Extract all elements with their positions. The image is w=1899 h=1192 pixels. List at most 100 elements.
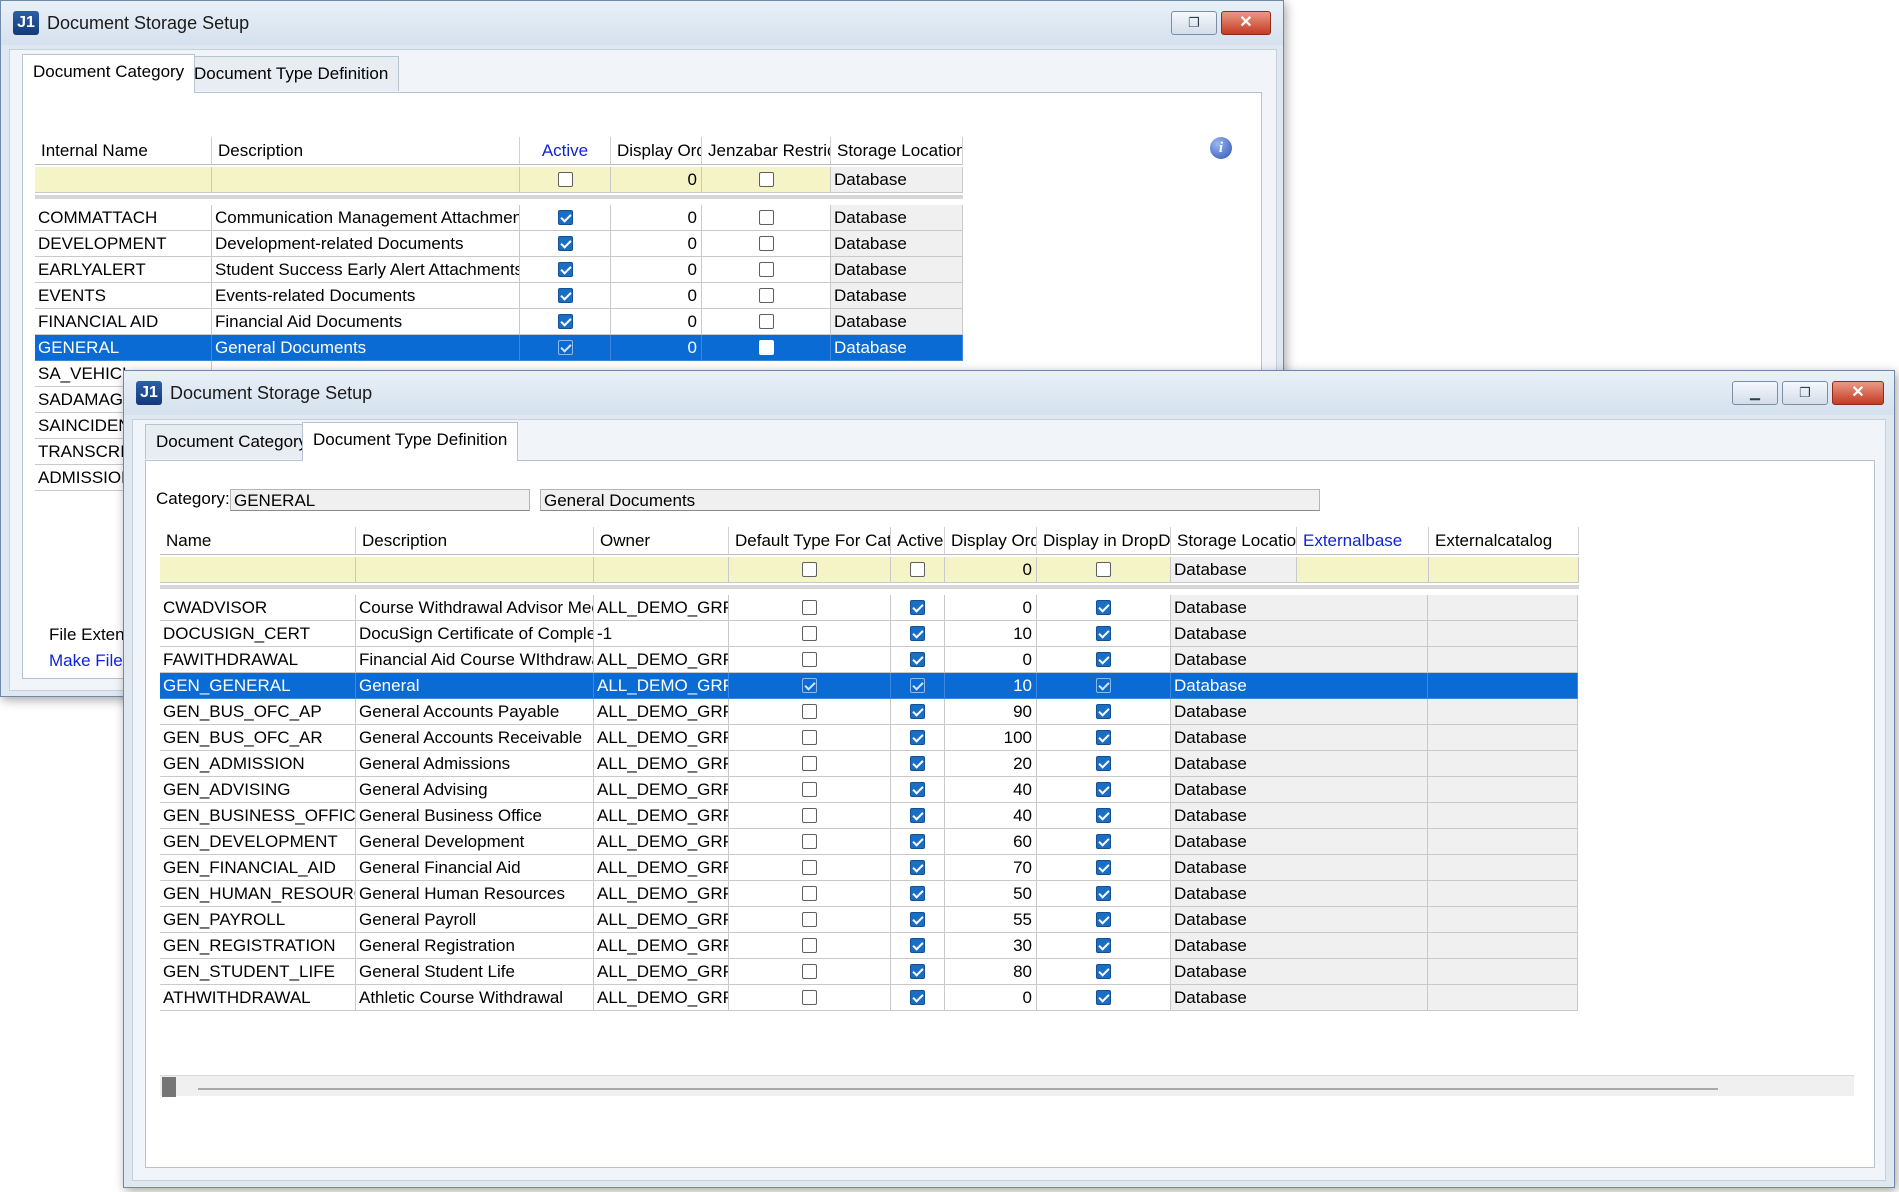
storage-location-cell[interactable]: Database — [1171, 725, 1297, 751]
owner-cell[interactable]: ALL_DEMO_GRP — [594, 803, 729, 829]
display-in-dropdown-cell[interactable] — [1037, 699, 1171, 725]
description-cell[interactable]: General Business Office — [356, 803, 594, 829]
new-row-active-cell[interactable] — [891, 557, 945, 583]
owner-cell[interactable]: ALL_DEMO_GRP — [594, 829, 729, 855]
horizontal-scrollbar[interactable] — [160, 1075, 1854, 1097]
externalcatalog-cell[interactable] — [1428, 647, 1578, 673]
table-row[interactable]: GEN_PAYROLL General Payroll ALL_DEMO_GRP 55… — [160, 907, 1579, 933]
description-cell[interactable]: Course Withdrawal Advisor Meeting — [356, 595, 594, 621]
owner-cell[interactable]: ALL_DEMO_GRP — [594, 673, 729, 699]
default-type-cell[interactable] — [729, 621, 891, 647]
description-cell[interactable]: Events-related Documents — [212, 283, 520, 309]
display-in-dropdown-checkbox[interactable] — [1096, 834, 1111, 849]
jenzabar-restricted-cell[interactable] — [702, 335, 831, 361]
table-row[interactable]: DOCUSIGN_CERT DocuSign Certificate of Com… — [160, 621, 1579, 647]
display-in-dropdown-cell[interactable] — [1037, 777, 1171, 803]
display-in-dropdown-checkbox[interactable] — [1096, 782, 1111, 797]
display-in-dropdown-checkbox[interactable] — [1096, 600, 1111, 615]
storage-location-cell[interactable]: Database — [1171, 959, 1297, 985]
table-row[interactable]: DEVELOPMENT Development-related Documents… — [35, 231, 963, 257]
default-type-checkbox[interactable] — [802, 600, 817, 615]
active-cell[interactable] — [520, 335, 611, 361]
default-type-cell[interactable] — [729, 673, 891, 699]
display-order-cell[interactable]: 10 — [945, 621, 1037, 647]
column-header-storage-location[interactable]: Storage Location — [1171, 527, 1297, 555]
active-checkbox[interactable] — [910, 990, 925, 1005]
table-row[interactable]: GENERAL General Documents 0 Database — [35, 335, 963, 361]
active-cell[interactable] — [891, 699, 945, 725]
description-cell[interactable]: General Student Life — [356, 959, 594, 985]
internal-name-cell[interactable]: GENERAL — [35, 335, 212, 361]
name-cell[interactable]: CWADVISOR — [160, 595, 356, 621]
storage-location-cell[interactable]: Database — [1171, 647, 1297, 673]
display-order-cell[interactable]: 0 — [611, 257, 702, 283]
display-in-dropdown-checkbox[interactable] — [1096, 964, 1111, 979]
new-row-description-cell[interactable] — [356, 557, 594, 583]
active-cell[interactable] — [891, 907, 945, 933]
column-header-owner[interactable]: Owner — [594, 527, 729, 555]
active-cell[interactable] — [891, 595, 945, 621]
category-code-field[interactable]: GENERAL — [230, 489, 530, 511]
tab-document-category[interactable]: Document Category — [145, 424, 319, 459]
new-row-display-in-dropdown-cell[interactable] — [1037, 557, 1171, 583]
externalcatalog-cell[interactable] — [1428, 621, 1578, 647]
jenzabar-restricted-cell[interactable] — [702, 205, 831, 231]
make-file-link[interactable]: Make File I — [49, 651, 132, 671]
internal-name-cell[interactable]: COMMATTACH — [35, 205, 212, 231]
active-cell[interactable] — [891, 881, 945, 907]
column-header-display-in-dropdown[interactable]: Display in DropDown — [1037, 527, 1171, 555]
owner-cell[interactable]: ALL_DEMO_GRP — [594, 959, 729, 985]
table-row[interactable]: FAWITHDRAWAL Financial Aid Course WIthdra… — [160, 647, 1579, 673]
column-header-externalbase[interactable]: Externalbase — [1297, 527, 1429, 555]
externalbase-cell[interactable] — [1296, 907, 1428, 933]
display-order-cell[interactable]: 80 — [945, 959, 1037, 985]
display-in-dropdown-cell[interactable] — [1037, 881, 1171, 907]
new-row-active-cell[interactable] — [520, 167, 611, 193]
jenzabar-restricted-checkbox[interactable] — [759, 288, 774, 303]
owner-cell[interactable]: -1 — [594, 621, 729, 647]
default-type-checkbox[interactable] — [802, 730, 817, 745]
column-header-name[interactable]: Name — [160, 527, 356, 555]
display-in-dropdown-cell[interactable] — [1037, 985, 1171, 1011]
scrollbar-thumb[interactable] — [162, 1077, 176, 1097]
table-row[interactable]: EARLYALERT Student Success Early Alert At… — [35, 257, 963, 283]
storage-location-cell[interactable]: Database — [1171, 751, 1297, 777]
display-order-cell[interactable]: 0 — [611, 309, 702, 335]
default-type-cell[interactable] — [729, 829, 891, 855]
new-row-default-type-checkbox[interactable] — [802, 562, 817, 577]
description-cell[interactable]: General Financial Aid — [356, 855, 594, 881]
name-cell[interactable]: ATHWITHDRAWAL — [160, 985, 356, 1011]
display-in-dropdown-cell[interactable] — [1037, 907, 1171, 933]
description-cell[interactable]: Development-related Documents — [212, 231, 520, 257]
name-cell[interactable]: DOCUSIGN_CERT — [160, 621, 356, 647]
storage-location-cell[interactable]: Database — [1171, 933, 1297, 959]
description-cell[interactable]: General Accounts Payable — [356, 699, 594, 725]
name-cell[interactable]: GEN_ADMISSION — [160, 751, 356, 777]
table-row[interactable]: GEN_BUS_OFC_AR General Accounts Receivabl… — [160, 725, 1579, 751]
externalcatalog-cell[interactable] — [1428, 933, 1578, 959]
display-in-dropdown-cell[interactable] — [1037, 959, 1171, 985]
column-header-description[interactable]: Description — [356, 527, 594, 555]
column-header-jenzabar-restricted[interactable]: Jenzabar Restricted — [702, 137, 831, 165]
owner-cell[interactable]: ALL_DEMO_GRP — [594, 595, 729, 621]
default-type-checkbox[interactable] — [802, 912, 817, 927]
display-order-cell[interactable]: 0 — [611, 205, 702, 231]
new-row-default-type-cell[interactable] — [729, 557, 891, 583]
active-checkbox[interactable] — [910, 782, 925, 797]
tab-document-type-definition[interactable]: Document Type Definition — [183, 56, 400, 91]
externalcatalog-cell[interactable] — [1428, 907, 1578, 933]
display-in-dropdown-checkbox[interactable] — [1096, 912, 1111, 927]
new-row-display-order-cell[interactable]: 0 — [945, 557, 1037, 583]
display-order-cell[interactable]: 100 — [945, 725, 1037, 751]
description-cell[interactable]: DocuSign Certificate of Completion — [356, 621, 594, 647]
description-cell[interactable]: Financial Aid Course WIthdrawal — [356, 647, 594, 673]
storage-location-cell[interactable]: Database — [831, 205, 963, 231]
externalbase-cell[interactable] — [1296, 699, 1428, 725]
display-order-cell[interactable]: 90 — [945, 699, 1037, 725]
active-cell[interactable] — [520, 205, 611, 231]
name-cell[interactable]: GEN_BUSINESS_OFFICE — [160, 803, 356, 829]
externalcatalog-cell[interactable] — [1428, 959, 1578, 985]
display-in-dropdown-checkbox[interactable] — [1096, 886, 1111, 901]
internal-name-cell[interactable]: EVENTS — [35, 283, 212, 309]
display-in-dropdown-checkbox[interactable] — [1096, 652, 1111, 667]
